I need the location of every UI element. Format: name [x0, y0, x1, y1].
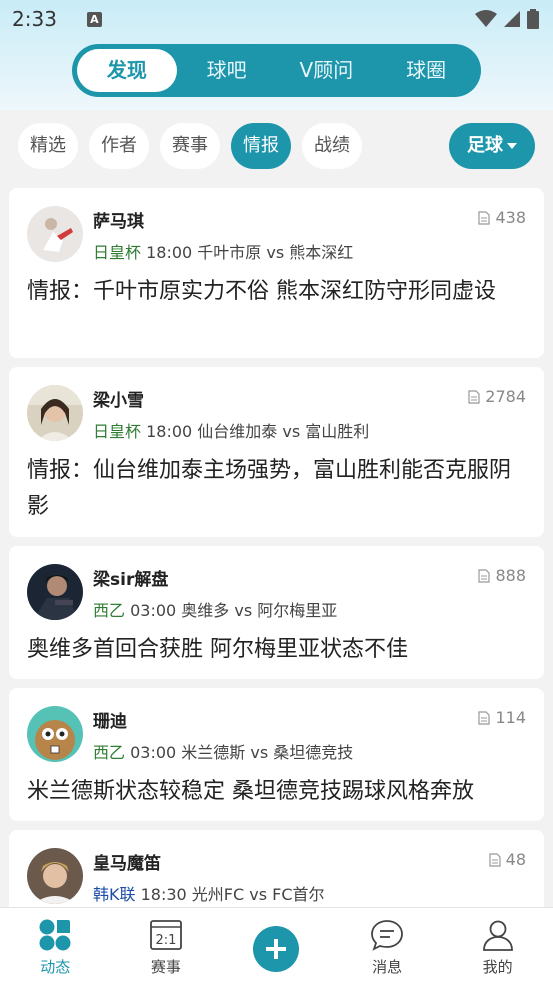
tab-label: 动态 — [40, 958, 71, 976]
filter-chip-authors[interactable]: 作者 — [89, 123, 149, 169]
document-icon — [478, 568, 491, 583]
view-count: 888 — [478, 566, 526, 585]
document-icon — [468, 389, 480, 404]
tab-ball-circle[interactable]: 球圈 — [376, 49, 476, 92]
view-count-value: 114 — [495, 708, 526, 727]
avatar[interactable] — [27, 706, 83, 762]
sport-dropdown-button[interactable]: 足球 — [449, 123, 535, 169]
filter-chip-record[interactable]: 战绩 — [302, 123, 362, 169]
league-name: 西乙 — [93, 743, 126, 762]
tab-dynamic[interactable]: 动态 — [0, 908, 111, 984]
bottom-tab-bar: 动态 2:1 赛事 消息 我的 — [0, 907, 553, 984]
post-title[interactable]: 奥维多首回合获胜 阿尔梅里亚状态不佳 — [27, 632, 532, 668]
status-bar: 2:33 A — [0, 0, 553, 38]
tab-label: 赛事 — [150, 958, 181, 976]
message-icon — [371, 920, 403, 951]
post-card[interactable]: 梁小雪 2784 日皇杯 18:00 仙台维加泰 vs 富山胜利 情报：仙台维加… — [9, 367, 544, 537]
dynamic-icon — [39, 919, 71, 951]
post-card[interactable]: 梁sir解盘 888 西乙 03:00 奥维多 vs 阿尔梅里亚 奥维多首回合获… — [9, 546, 544, 679]
match-detail: 18:00 千叶市原 vs 熊本深红 — [146, 243, 354, 262]
league-name: 韩K联 — [93, 885, 136, 904]
create-post-button[interactable] — [253, 926, 300, 972]
avatar[interactable] — [27, 385, 83, 441]
match-info: 日皇杯 18:00 仙台维加泰 vs 富山胜利 — [93, 418, 369, 442]
filter-chip-events[interactable]: 赛事 — [160, 123, 220, 169]
author-name[interactable]: 梁sir解盘 — [93, 565, 168, 590]
post-title[interactable]: 情报：千叶市原实力不俗 熊本深红防守形同虚设 — [27, 274, 532, 310]
caret-down-icon — [507, 143, 517, 149]
filter-chips: 精选 作者 赛事 情报 战绩 — [18, 123, 362, 169]
match-info: 韩K联 18:30 光州FC vs FC首尔 — [93, 881, 325, 905]
tab-messages[interactable]: 消息 — [332, 908, 443, 984]
post-title[interactable]: 情报：仙台维加泰主场强势，富山胜利能否克服阴影 — [27, 453, 532, 525]
avatar[interactable] — [27, 848, 83, 904]
match-info: 西乙 03:00 米兰德斯 vs 桑坦德竞技 — [93, 739, 353, 763]
tab-discover[interactable]: 发现 — [77, 49, 177, 92]
avatar[interactable] — [27, 564, 83, 620]
author-name[interactable]: 梁小雪 — [93, 386, 144, 411]
top-segmented-tabs: 发现 球吧 V顾问 球圈 — [72, 44, 481, 97]
tab-v-advisor[interactable]: V顾问 — [277, 49, 377, 92]
document-icon — [489, 852, 501, 867]
document-icon — [478, 710, 491, 725]
post-title[interactable]: 米兰德斯状态较稳定 桑坦德竞技踢球风格奔放 — [27, 774, 532, 810]
author-name[interactable]: 皇马魔笛 — [93, 849, 161, 874]
battery-icon — [527, 9, 539, 29]
tab-profile[interactable]: 我的 — [442, 908, 553, 984]
tab-create[interactable] — [221, 908, 332, 984]
match-detail: 18:30 光州FC vs FC首尔 — [140, 885, 325, 904]
filter-chip-featured[interactable]: 精选 — [18, 123, 78, 169]
league-name: 日皇杯 — [93, 243, 142, 262]
view-count-value: 2784 — [485, 387, 526, 406]
view-count-value: 438 — [495, 208, 526, 227]
view-count-value: 888 — [495, 566, 526, 585]
status-time: 2:33 — [12, 7, 57, 31]
document-icon — [478, 210, 491, 225]
view-count: 2784 — [468, 387, 526, 406]
match-detail: 03:00 奥维多 vs 阿尔梅里亚 — [130, 601, 338, 620]
tab-ball-bar[interactable]: 球吧 — [177, 49, 277, 92]
view-count: 114 — [478, 708, 526, 727]
tab-label: 我的 — [482, 958, 513, 976]
tab-label: 消息 — [372, 958, 403, 976]
league-name: 日皇杯 — [93, 422, 142, 441]
wifi-icon — [475, 10, 497, 27]
match-detail: 18:00 仙台维加泰 vs 富山胜利 — [146, 422, 370, 441]
notification-a-icon: A — [86, 11, 102, 27]
scoreboard-text: 2:1 — [155, 933, 176, 948]
view-count: 48 — [489, 850, 526, 869]
plus-icon — [266, 939, 287, 959]
signal-icon — [504, 11, 520, 27]
profile-icon — [482, 920, 513, 951]
author-name[interactable]: 萨马琪 — [93, 207, 144, 232]
author-name[interactable]: 珊迪 — [93, 707, 127, 732]
league-name: 西乙 — [93, 601, 126, 620]
match-detail: 03:00 米兰德斯 vs 桑坦德竞技 — [130, 743, 354, 762]
scoreboard-icon: 2:1 — [149, 920, 182, 950]
filter-chip-intel[interactable]: 情报 — [231, 123, 291, 169]
match-info: 西乙 03:00 奥维多 vs 阿尔梅里亚 — [93, 597, 337, 621]
view-count: 438 — [478, 208, 526, 227]
avatar[interactable] — [27, 206, 83, 262]
tab-matches[interactable]: 2:1 赛事 — [111, 908, 222, 984]
post-card[interactable]: 萨马琪 438 日皇杯 18:00 千叶市原 vs 熊本深红 情报：千叶市原实力… — [9, 188, 544, 358]
match-info: 日皇杯 18:00 千叶市原 vs 熊本深红 — [93, 239, 353, 263]
post-card[interactable]: 珊迪 114 西乙 03:00 米兰德斯 vs 桑坦德竞技 米兰德斯状态较稳定 … — [9, 688, 544, 821]
view-count-value: 48 — [505, 850, 526, 869]
sport-label: 足球 — [467, 135, 503, 156]
